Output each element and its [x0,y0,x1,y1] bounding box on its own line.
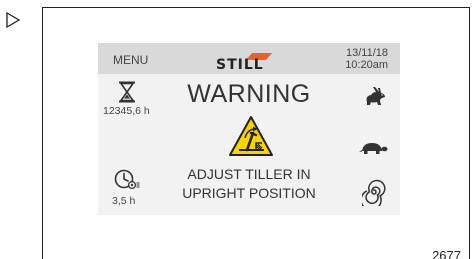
display-header: MENU STILL 13/11/18 10:20am [98,43,400,74]
turtle-icon[interactable] [358,141,388,155]
time-display: 10:20am [345,59,388,71]
warning-message-line2: UPRIGHT POSITION [182,185,316,201]
warning-message-line1: ADJUST TILLER IN [187,166,311,182]
warning-title: WARNING [187,80,311,108]
menu-button[interactable]: MENU [113,53,148,67]
manual-figure: 2677 MENU STILL 13/11/18 10:20am 12345,6… [0,0,474,259]
display-screen: MENU STILL 13/11/18 10:20am 12345,6 h 3,… [98,43,400,215]
play-triangle-icon [6,11,21,29]
brand-logo: STILL [216,53,282,73]
tiller-warning-icon [229,116,273,156]
date-display: 13/11/18 [345,47,388,59]
spiral-icon[interactable] [362,178,386,206]
figure-number: 2677 [432,248,461,259]
rabbit-icon[interactable] [363,86,387,106]
brand-logo-text: STILL [216,57,264,73]
